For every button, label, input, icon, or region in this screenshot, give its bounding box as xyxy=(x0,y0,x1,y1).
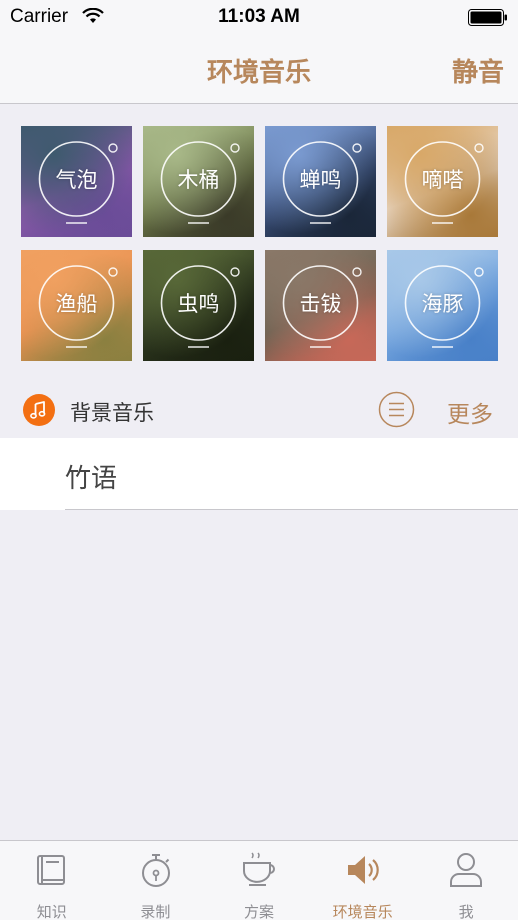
sound-tile-label: 气泡 xyxy=(55,168,98,192)
sound-tile[interactable]: 海豚 xyxy=(387,250,498,361)
tab-stopwatch[interactable]: 录制 xyxy=(104,841,208,920)
mute-button[interactable]: 静音 xyxy=(452,52,504,89)
track-row[interactable]: 竹语 xyxy=(0,438,518,510)
sound-tile[interactable]: 嘀嗒 xyxy=(387,126,498,237)
sound-tile-label: 海豚 xyxy=(421,292,464,316)
status-bar: Carrier 11:03 AM xyxy=(0,0,518,36)
tab-cup[interactable]: 方案 xyxy=(207,841,311,920)
sound-tile[interactable]: 气泡 xyxy=(21,126,132,237)
music-note-icon xyxy=(23,394,55,426)
tab-label: 知识 xyxy=(36,903,67,920)
tab-label: 环境音乐 xyxy=(332,903,393,920)
page-title: 环境音乐 xyxy=(206,58,311,88)
sound-tile[interactable]: 蝉鸣 xyxy=(265,126,376,237)
tab-label: 录制 xyxy=(140,903,171,920)
tab-label: 方案 xyxy=(243,903,274,920)
sound-tile-label: 蝉鸣 xyxy=(299,168,342,192)
sound-tile-label: 击钹 xyxy=(299,292,342,316)
sound-tile-label: 渔船 xyxy=(55,292,98,316)
tab-book[interactable]: 知识 xyxy=(0,841,104,920)
sound-tile-label: 虫鸣 xyxy=(177,292,220,316)
navigation-bar: 环境音乐 静音 xyxy=(0,36,518,104)
track-label: 竹语 xyxy=(65,464,118,494)
divider xyxy=(65,509,518,510)
sound-tile-label: 木桶 xyxy=(177,168,220,192)
background-music-title: 背景音乐 xyxy=(70,401,154,425)
sound-tile[interactable]: 木桶 xyxy=(143,126,254,237)
background-music-header: 背景音乐 更多 xyxy=(0,382,518,438)
sound-tile[interactable]: 渔船 xyxy=(21,250,132,361)
sound-tile[interactable]: 击钹 xyxy=(265,250,376,361)
battery-icon xyxy=(468,9,507,26)
sound-tile-label: 嘀嗒 xyxy=(421,168,464,192)
tab-label: 我 xyxy=(458,903,474,920)
more-button[interactable]: 更多 xyxy=(447,395,493,429)
sound-tile[interactable]: 虫鸣 xyxy=(143,250,254,361)
clock: 11:03 AM xyxy=(218,6,300,27)
tab-person[interactable]: 我 xyxy=(414,841,518,920)
playlist-button[interactable] xyxy=(378,391,415,428)
tab-speaker[interactable]: 环境音乐 xyxy=(311,841,415,920)
tab-bar: 知识 录制 方案 环境音乐 我 xyxy=(0,840,518,920)
